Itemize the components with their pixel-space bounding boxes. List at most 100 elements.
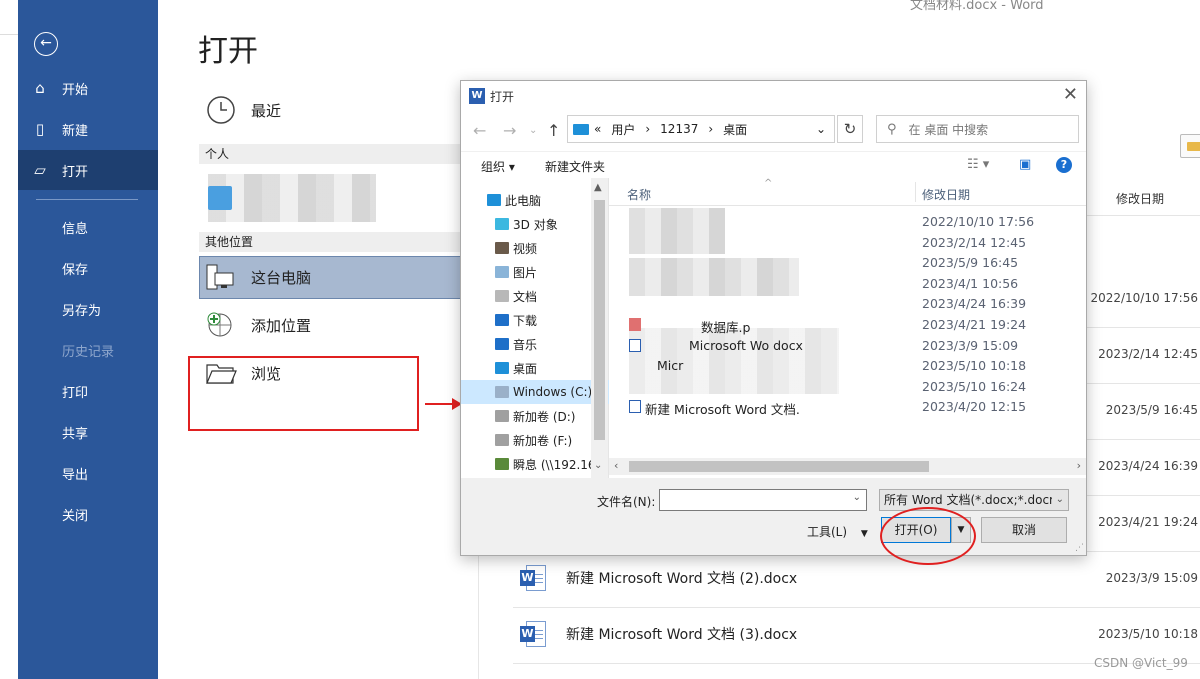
location-add-place[interactable]: 添加位置 — [205, 309, 311, 341]
file-type-filter[interactable]: 所有 Word 文档(*.docx;*.docm ⌄ — [879, 489, 1069, 511]
back-arrow-icon[interactable]: ← — [34, 32, 58, 56]
organize-button[interactable]: 组织 ▾ — [481, 158, 515, 175]
tree-item-desktop[interactable]: 桌面 — [461, 356, 609, 380]
folder-icon[interactable] — [1180, 134, 1200, 158]
help-icon[interactable]: ? — [1056, 157, 1072, 173]
scroll-left-icon[interactable]: ‹ — [614, 459, 618, 472]
breadcrumb-item[interactable]: 桌面 — [723, 121, 747, 138]
cancel-button[interactable]: 取消 — [981, 517, 1067, 543]
file-date: 2023/2/14 12:45 — [1098, 347, 1198, 361]
horizontal-scrollbar[interactable]: ‹ › — [609, 458, 1086, 475]
sidebar-item-export[interactable]: 导出 — [18, 453, 158, 493]
sidebar-item-close[interactable]: 关闭 — [18, 494, 158, 534]
annotation-highlight-browse — [188, 356, 419, 431]
row-divider — [513, 607, 1200, 608]
scroll-down-icon[interactable]: ⌄ — [594, 460, 602, 471]
refresh-icon[interactable]: ↻ — [837, 115, 863, 143]
address-bar[interactable]: « 用户 › 12137 › 桌面 ⌄ — [567, 115, 835, 143]
chevron-down-icon[interactable]: ⌄ — [816, 122, 826, 136]
search-input[interactable]: ⚲ 在 桌面 中搜索 — [876, 115, 1079, 143]
tree-item-videos[interactable]: 视频 — [461, 236, 609, 260]
tools-button[interactable]: 工具(L) ▼ — [807, 523, 868, 540]
page-title: 打开 — [198, 34, 258, 69]
breadcrumb-item[interactable]: 12137 — [660, 122, 698, 136]
command-bar: 组织 ▾ 新建文件夹 ☷ ▾ ▣ ? — [461, 151, 1086, 178]
video-icon — [495, 242, 509, 254]
word-doc-icon — [629, 400, 641, 414]
close-icon[interactable]: ✕ — [1063, 84, 1078, 105]
file-date: 2023/5/10 16:24 — [922, 378, 1027, 394]
left-edge — [0, 0, 18, 679]
path-overflow[interactable]: « — [594, 122, 601, 136]
location-recent[interactable]: 最近 — [205, 94, 281, 126]
file-row[interactable]: 2023/4/24 16:39 — [609, 293, 1079, 314]
file-row[interactable]: 2023/2/14 12:45 — [609, 232, 1079, 253]
up-nav-icon[interactable]: ↑ — [547, 121, 560, 140]
watermark: CSDN @Vict_99 — [1094, 656, 1188, 670]
back-nav-icon[interactable]: ← — [473, 121, 486, 140]
computer-icon — [205, 261, 237, 293]
tools-label: 工具(L) — [807, 525, 848, 539]
sidebar-item-label: 打开 — [62, 164, 89, 180]
forward-nav-icon[interactable]: → — [503, 121, 516, 140]
tree-item-label: 下载 — [513, 313, 538, 328]
sidebar-item-save[interactable]: 保存 — [18, 248, 158, 288]
tree-item-drive-d[interactable]: 新加卷 (D:) — [461, 404, 609, 428]
file-date: 2022/10/10 17:56 — [1090, 291, 1198, 305]
file-row[interactable]: 新建 Microsoft Word 文档. 2023/4/20 12:15 — [609, 396, 1079, 417]
file-row[interactable]: Microsoft Wo docx 2023/3/9 15:09 — [609, 335, 1079, 356]
sidebar-item-label: 新建 — [62, 123, 89, 139]
scrollbar-thumb[interactable] — [594, 200, 605, 440]
scroll-right-icon[interactable]: › — [1077, 459, 1081, 472]
recent-file-row[interactable]: W 新建 Microsoft Word 文档 (2).docx — [520, 564, 797, 592]
sidebar-item-share[interactable]: 共享 — [18, 412, 158, 452]
location-this-pc[interactable]: 这台电脑 — [205, 261, 311, 293]
tree-item-drive-f[interactable]: 新加卷 (F:) — [461, 428, 609, 452]
file-row[interactable]: 2023/4/1 10:56 — [609, 273, 1079, 294]
sidebar-item-info[interactable]: 信息 — [18, 207, 158, 247]
tree-item-3d-objects[interactable]: 3D 对象 — [461, 212, 609, 236]
file-row[interactable]: 数据库.p 2023/4/21 19:24 — [609, 314, 1079, 335]
chevron-right-icon: › — [708, 122, 714, 136]
tree-scrollbar[interactable]: ▲ ⌄ — [591, 178, 608, 478]
tree-item-label: 3D 对象 — [513, 217, 558, 232]
onedrive-icon — [208, 186, 232, 210]
tree-item-documents[interactable]: 文档 — [461, 284, 609, 308]
sidebar-item-open[interactable]: ▱ 打开 — [18, 150, 158, 190]
sidebar-item-save-as[interactable]: 另存为 — [18, 289, 158, 329]
column-header-name[interactable]: 名称 — [627, 186, 651, 203]
file-date: 2023/3/9 15:09 — [1105, 571, 1198, 585]
word-app-icon: W — [469, 88, 485, 104]
tree-item-music[interactable]: 音乐 — [461, 332, 609, 356]
file-row[interactable]: 2023/5/10 16:24 — [609, 376, 1079, 397]
breadcrumb-item[interactable]: 用户 — [611, 121, 635, 138]
file-row[interactable]: 2022/10/10 17:56 — [609, 211, 1079, 232]
globe-plus-icon — [205, 309, 237, 341]
chevron-down-icon[interactable]: ⌄ — [853, 492, 861, 503]
open-file-dialog: W 打开 ✕ ← → ⌄ ↑ « 用户 › 12137 › 桌面 ⌄ ↻ ⚲ 在… — [460, 80, 1087, 556]
file-row[interactable]: Micr 2023/5/10 10:18 — [609, 355, 1079, 376]
dialog-titlebar[interactable]: W 打开 ✕ — [461, 81, 1086, 111]
recent-locations-icon[interactable]: ⌄ — [529, 125, 537, 136]
file-name: 新建 Microsoft Word 文档 (3).docx — [566, 627, 798, 643]
drive-icon — [495, 386, 509, 398]
tree-item-drive-c[interactable]: Windows (C:) — [461, 380, 609, 404]
resize-grip-icon[interactable]: ⋰ — [1075, 543, 1084, 553]
preview-pane-icon[interactable]: ▣ — [1019, 157, 1031, 172]
tree-item-downloads[interactable]: 下载 — [461, 308, 609, 332]
recent-file-row[interactable]: W 新建 Microsoft Word 文档 (3).docx — [520, 620, 797, 648]
tree-item-network-drive[interactable]: 瞬息 (\\192.16 — [461, 452, 609, 476]
column-header-date[interactable]: 修改日期 — [922, 186, 970, 203]
chevron-down-icon[interactable]: ⌄ — [1051, 490, 1064, 510]
tree-item-this-pc[interactable]: 此电脑 — [461, 188, 609, 212]
file-row[interactable]: 2023/5/9 16:45 — [609, 252, 1079, 273]
sidebar-item-new[interactable]: ▯ 新建 — [18, 109, 158, 149]
tree-item-pictures[interactable]: 图片 — [461, 260, 609, 284]
sidebar-item-print[interactable]: 打印 — [18, 371, 158, 411]
view-options-icon[interactable]: ☷ ▾ — [967, 157, 989, 172]
new-folder-button[interactable]: 新建文件夹 — [545, 158, 605, 175]
filename-input[interactable]: ⌄ — [659, 489, 867, 511]
scrollbar-thumb[interactable] — [629, 461, 929, 472]
scroll-up-icon[interactable]: ▲ — [594, 182, 602, 193]
sidebar-item-home[interactable]: ⌂ 开始 — [18, 68, 158, 108]
